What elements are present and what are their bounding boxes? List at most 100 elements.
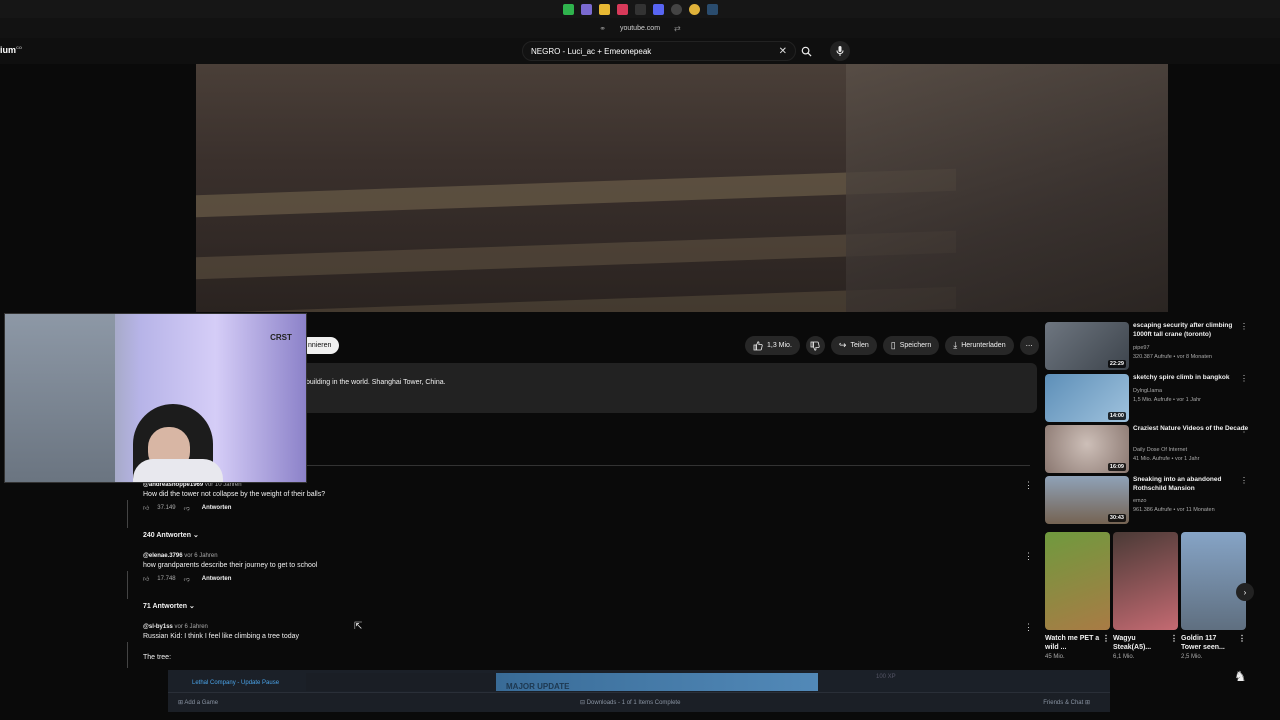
- like-count: 1,3 Mio.: [767, 342, 792, 349]
- comment-author[interactable]: @elenae.3796: [143, 553, 183, 559]
- short-item[interactable]: Watch me PET a wild ... ⋮ 45 Mio.: [1045, 532, 1110, 660]
- search-input[interactable]: NEGRO - Luci_ac + Emeonepeak ✕: [522, 41, 796, 61]
- video-title[interactable]: Craziest Nature Videos of the Decade: [1133, 425, 1251, 434]
- video-actions: 1,3 Mio. ↪ Teilen ▯ Speichern ⤓ Herunter…: [745, 336, 1039, 355]
- description-text: building in the world. Shanghai Tower, C…: [306, 379, 446, 386]
- url-text[interactable]: youtube.com: [620, 25, 660, 32]
- reply-button[interactable]: Antworten: [202, 505, 232, 511]
- more-icon: ⋯: [1025, 342, 1033, 350]
- comment-meta: @elenae.3796 vor 6 Jahren: [143, 553, 317, 559]
- comment-author[interactable]: @sl-by1ss: [143, 624, 173, 630]
- short-title[interactable]: Goldin 117 Tower seen... ⋮: [1181, 634, 1246, 652]
- short-menu-icon[interactable]: ⋮: [1238, 634, 1246, 643]
- app-icon-obs[interactable]: [670, 3, 682, 15]
- app-icon-chrome[interactable]: [688, 3, 700, 15]
- youtube-logo[interactable]: iumCO: [0, 45, 22, 55]
- download-icon: ⤓: [953, 340, 958, 350]
- video-menu-icon[interactable]: ⋮: [1240, 476, 1248, 485]
- app-icon-discord[interactable]: [652, 3, 664, 15]
- video-thumbnail[interactable]: 30:43: [1045, 476, 1129, 524]
- share-button[interactable]: ↪ Teilen: [830, 336, 877, 355]
- save-button[interactable]: ▯ Speichern: [882, 336, 940, 355]
- replies-toggle[interactable]: 240 Antworten ⌄: [143, 531, 199, 539]
- related-video[interactable]: 16:09 Craziest Nature Videos of the Deca…: [1045, 425, 1255, 473]
- comment: @elenae.3796 vor 6 Jahren how grandparen…: [143, 553, 317, 583]
- short-title-text: Watch me PET a wild ...: [1045, 635, 1100, 651]
- video-thumbnail[interactable]: 14:00: [1045, 374, 1129, 422]
- app-icon-grid[interactable]: [562, 3, 574, 15]
- download-button[interactable]: ⤓ Herunterladen: [945, 336, 1014, 355]
- steam-news[interactable]: Lethal Company - Update Pause: [170, 672, 300, 692]
- search-query[interactable]: NEGRO - Luci_ac + Emeonepeak: [531, 47, 779, 56]
- short-thumbnail[interactable]: [1181, 532, 1246, 630]
- short-item[interactable]: Wagyu Steak(A5)... ⋮ 6,1 Mio.: [1113, 532, 1178, 660]
- search-button[interactable]: [796, 41, 816, 61]
- voice-search-button[interactable]: [830, 41, 850, 61]
- app-icon-folder[interactable]: [598, 3, 610, 15]
- steam-update-banner[interactable]: MAJOR UPDATE: [306, 673, 818, 691]
- logo-text: ium: [0, 45, 17, 55]
- video-meta: 1,5 Mio. Aufrufe • vor 1 Jahr: [1133, 397, 1201, 403]
- shorts-next-button[interactable]: ›: [1236, 583, 1254, 601]
- short-menu-icon[interactable]: ⋮: [1102, 634, 1110, 643]
- comment-time: vor 6 Jahren: [174, 624, 208, 630]
- video-title[interactable]: escaping security after climbing 1000ft …: [1133, 322, 1251, 339]
- thread-line: [127, 500, 128, 528]
- comment-menu-icon[interactable]: ⋮: [1024, 622, 1033, 633]
- comment-meta: @sl-by1ss vor 6 Jahren: [143, 624, 299, 630]
- reply-button[interactable]: Antworten: [202, 576, 232, 582]
- app-icon-settings[interactable]: [580, 3, 592, 15]
- video-thumbnail[interactable]: 16:09: [1045, 425, 1129, 473]
- related-video[interactable]: 30:43 Sneaking into an abandoned Rothsch…: [1045, 476, 1255, 524]
- short-thumbnail[interactable]: [1113, 532, 1178, 630]
- steam-news-line[interactable]: Lethal Company - Update Pause: [192, 680, 279, 686]
- video-player[interactable]: [196, 64, 1168, 312]
- comment-menu-icon[interactable]: ⋮: [1024, 480, 1033, 491]
- share-label: Teilen: [850, 342, 869, 349]
- video-menu-icon[interactable]: ⋮: [1240, 322, 1248, 331]
- share-icon: ↪: [838, 340, 847, 350]
- comment-menu-icon[interactable]: ⋮: [1024, 551, 1033, 562]
- app-icon-steam[interactable]: [706, 3, 718, 15]
- app-icon-record[interactable]: [616, 3, 628, 15]
- like-button[interactable]: 1,3 Mio.: [745, 336, 800, 355]
- dislike-button[interactable]: [805, 336, 825, 355]
- video-channel[interactable]: emzo: [1133, 498, 1146, 504]
- short-thumbnail[interactable]: [1045, 532, 1110, 630]
- short-menu-icon[interactable]: ⋮: [1170, 634, 1178, 643]
- video-channel[interactable]: Daily Dose Of Internet: [1133, 447, 1187, 453]
- like-comment-icon[interactable]: 👍︎: [143, 504, 149, 512]
- downloads-status[interactable]: ⊟ Downloads - 1 of 1 Items Complete: [580, 699, 680, 706]
- more-actions-button[interactable]: ⋯: [1019, 336, 1039, 355]
- short-title[interactable]: Wagyu Steak(A5)... ⋮: [1113, 634, 1178, 652]
- link-icon[interactable]: ⚭: [599, 24, 606, 33]
- video-thumbnail[interactable]: 22:29: [1045, 322, 1129, 370]
- related-video[interactable]: 22:29 escaping security after climbing 1…: [1045, 322, 1255, 370]
- friends-chat-button[interactable]: Friends & Chat ⊞: [1043, 699, 1090, 706]
- dislike-comment-icon[interactable]: 👎︎: [184, 575, 190, 583]
- app-icon-terminal[interactable]: [634, 3, 646, 15]
- video-channel[interactable]: DylngLlama: [1133, 388, 1162, 394]
- thread-line: [127, 642, 128, 668]
- video-title[interactable]: sketchy spire climb in bangkok: [1133, 374, 1251, 383]
- related-video[interactable]: 14:00 sketchy spire climb in bangkok Dyl…: [1045, 374, 1255, 422]
- add-game-label: Add a Game: [184, 700, 219, 706]
- replies-toggle[interactable]: 71 Antworten ⌄: [143, 602, 195, 610]
- clear-search-icon[interactable]: ✕: [779, 46, 787, 57]
- like-comment-icon[interactable]: 👍︎: [143, 575, 149, 583]
- webcam-background-window: [5, 314, 115, 482]
- short-title[interactable]: Watch me PET a wild ... ⋮: [1045, 634, 1110, 652]
- video-menu-icon[interactable]: ⋮: [1240, 374, 1248, 383]
- tune-icon[interactable]: ⇄: [674, 24, 681, 33]
- thumbs-up-icon: [753, 340, 763, 350]
- dislike-comment-icon[interactable]: 👎︎: [184, 504, 190, 512]
- video-menu-icon[interactable]: ⋮: [1240, 425, 1248, 434]
- webcam-shirt: [133, 459, 223, 482]
- screen: ⚭ youtube.com ⇄ iumCO NEGRO - Luci_ac + …: [0, 0, 1280, 720]
- browser-address-bar[interactable]: ⚭ youtube.com ⇄: [0, 18, 1280, 38]
- add-game-button[interactable]: ⊞ Add a Game: [178, 699, 218, 706]
- video-title[interactable]: Sneaking into an abandoned Rothschild Ma…: [1133, 476, 1251, 493]
- steam-banner-text: MAJOR UPDATE: [506, 682, 570, 691]
- steam-bottom-bar: ⊞ Add a Game ⊟ Downloads - 1 of 1 Items …: [168, 692, 1110, 712]
- video-channel[interactable]: pipe97: [1133, 345, 1150, 351]
